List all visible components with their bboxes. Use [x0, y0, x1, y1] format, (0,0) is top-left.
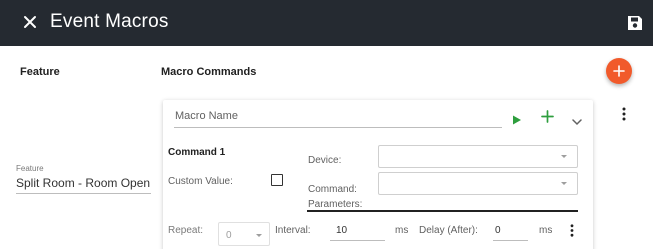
command-parameters-label: Command: Parameters: — [308, 182, 362, 212]
more-vertical-icon[interactable] — [622, 107, 626, 121]
delay-input[interactable]: 0 — [495, 225, 501, 236]
interval-label: Interval: — [275, 225, 311, 236]
feature-field-label: Feature — [16, 164, 44, 173]
interval-input[interactable]: 10 — [336, 225, 347, 236]
delay-unit: ms — [539, 225, 553, 236]
play-icon[interactable] — [512, 112, 522, 130]
interval-underline — [330, 240, 385, 241]
custom-value-checkbox[interactable] — [271, 174, 283, 186]
page-title: Event Macros — [50, 11, 169, 32]
command-label: Command: — [308, 184, 357, 195]
feature-field-underline — [16, 193, 151, 194]
chevron-down-icon — [256, 234, 262, 237]
feature-column-header: Feature — [20, 66, 60, 78]
feature-field[interactable]: Split Room - Room Open — [16, 176, 150, 190]
plus-icon — [613, 65, 625, 77]
macro-name-underline — [174, 127, 502, 128]
chevron-down-icon — [561, 182, 567, 185]
delay-label: Delay (After): — [419, 225, 478, 236]
add-command-icon[interactable] — [541, 110, 554, 128]
custom-value-label: Custom Value: — [168, 176, 233, 187]
macro-commands-column-header: Macro Commands — [161, 66, 257, 78]
macro-name-input[interactable]: Macro Name — [175, 110, 238, 122]
app-header: Event Macros — [0, 0, 653, 46]
device-select[interactable] — [378, 145, 578, 168]
close-icon[interactable] — [20, 12, 40, 32]
command-parameters-underline — [307, 210, 578, 212]
add-macro-button[interactable] — [606, 58, 632, 84]
repeat-value: 0 — [226, 230, 232, 241]
delay-underline — [493, 240, 528, 241]
command-select[interactable] — [378, 172, 578, 195]
interval-unit: ms — [395, 225, 409, 236]
command-title: Command 1 — [168, 147, 226, 158]
chevron-down-icon — [561, 155, 567, 158]
repeat-label: Repeat: — [168, 225, 204, 236]
device-label: Device: — [308, 155, 342, 166]
chevron-down-icon[interactable] — [572, 113, 582, 131]
save-icon[interactable] — [627, 15, 643, 31]
more-vertical-icon[interactable] — [570, 224, 574, 237]
